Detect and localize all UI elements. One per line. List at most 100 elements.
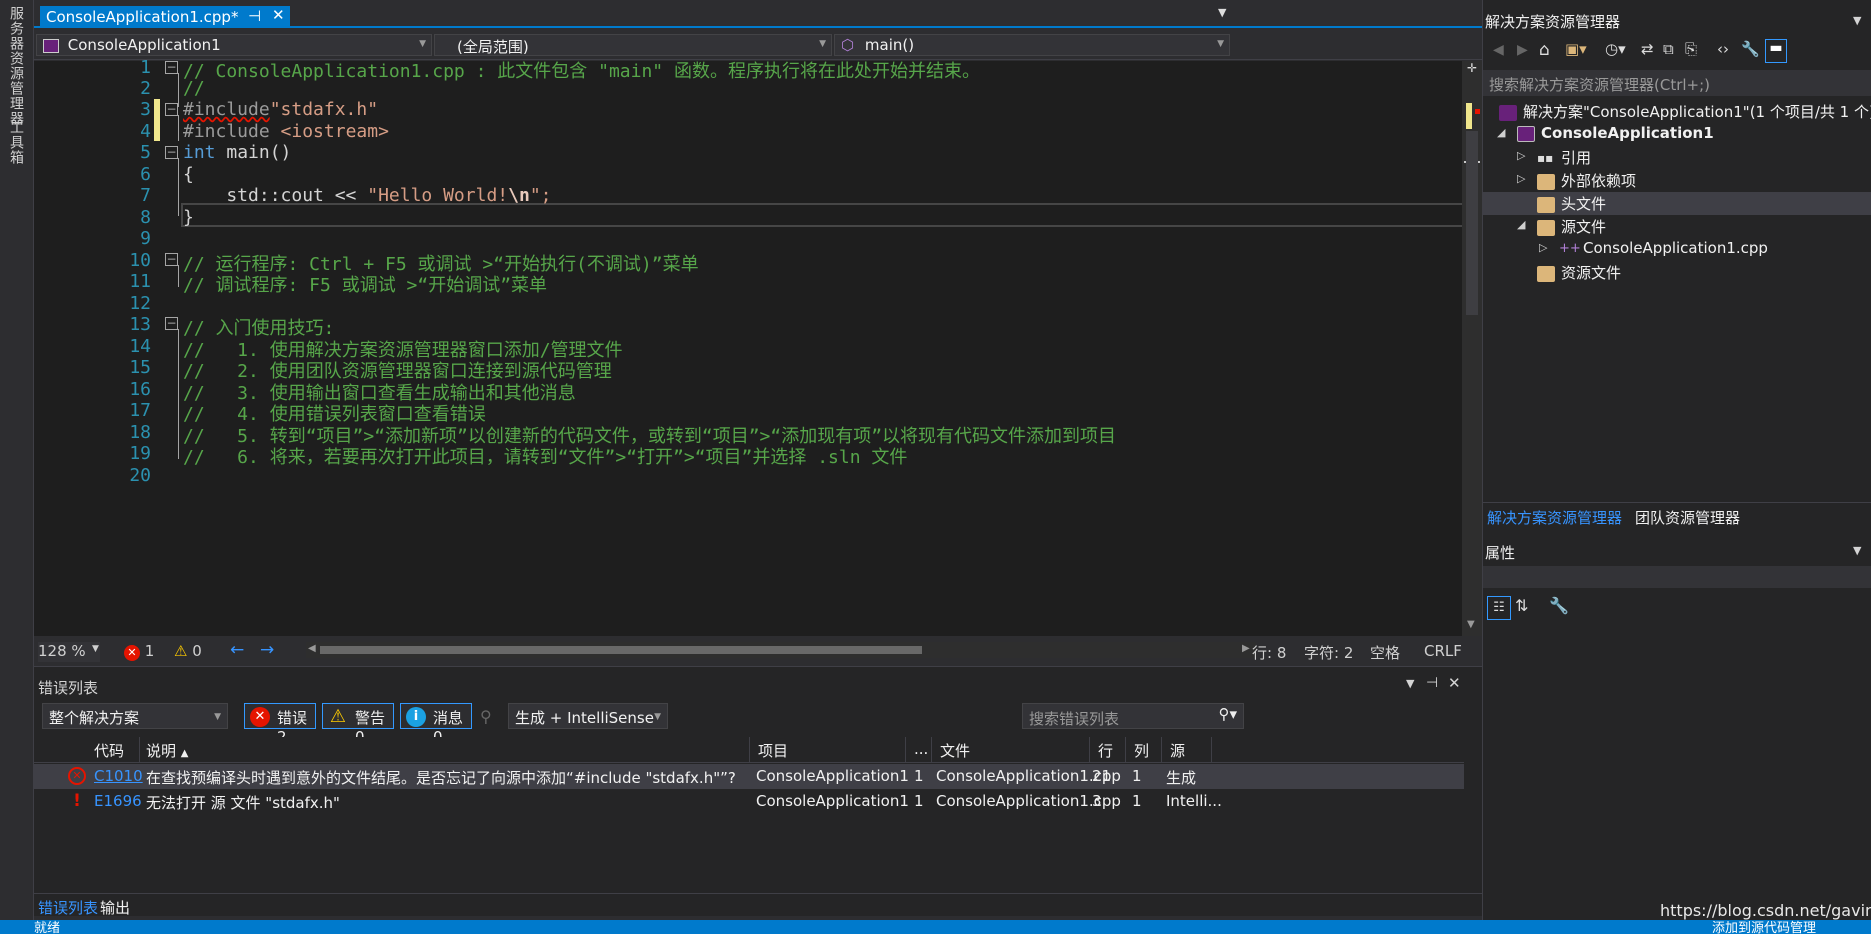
panel-menu-icon[interactable]: ▼ [1853, 544, 1861, 557]
line-number: 17 [129, 400, 151, 421]
editor-horizontal-scrollbar[interactable]: ◀ ▶ [306, 642, 1256, 658]
header-line[interactable]: 行 [1090, 737, 1126, 763]
header-code[interactable]: 代码 [86, 737, 140, 763]
pin-icon[interactable]: ⊣ [1426, 675, 1438, 691]
resource-files-node[interactable]: 资源文件 [1537, 262, 1621, 283]
header-files-node-label: 头文件 [1561, 195, 1607, 213]
properties-wrench-icon[interactable]: 🔧 [1741, 40, 1760, 58]
function-name: main() [215, 142, 292, 163]
panel-menu-icon[interactable]: ▼ [1853, 14, 1861, 27]
navigate-back-icon[interactable]: ← [230, 640, 244, 660]
header-suppression[interactable]: ... [906, 737, 932, 763]
scroll-right-arrow-icon[interactable]: ▶ [1242, 643, 1250, 654]
navigate-forward-icon[interactable]: → [260, 640, 274, 660]
editor-vertical-scrollbar[interactable]: ✛ ▼ [1462, 61, 1482, 636]
preview-selected-icon[interactable]: ▬ [1765, 39, 1787, 63]
scroll-error-marker [1475, 109, 1480, 114]
messages-filter-button[interactable]: i 消息 0 [400, 703, 472, 746]
scroll-down-arrow-icon[interactable]: ▼ [1467, 619, 1475, 630]
errors-filter-button[interactable]: ✕ 错误 2 [244, 703, 316, 746]
error-row[interactable]: ! E1696 无法打开 源 文件 "stdafx.h" ConsoleAppl… [34, 789, 1464, 814]
external-deps-node[interactable]: 外部依赖项 [1537, 170, 1636, 191]
search-icon[interactable]: ⚲▾ [1218, 705, 1237, 723]
build-filter-combo[interactable]: 生成 + IntelliSense ▼ [508, 703, 668, 729]
header-file[interactable]: 文件 [932, 737, 1090, 763]
pending-changes-icon[interactable]: ◷▾ [1605, 40, 1626, 58]
tab-error-list[interactable]: 错误列表 [38, 897, 98, 918]
solution-node[interactable]: 解决方案"ConsoleApplication1"(1 个项目/共 1 个) [1499, 101, 1871, 122]
back-icon[interactable]: ◀ [1493, 42, 1504, 58]
code-editor[interactable]: 1 2 3 4 5 6 7 8 9 10 11 12 13 14 15 16 1… [34, 57, 1482, 636]
project-combo[interactable]: ConsoleApplication1 ▼ [36, 34, 432, 56]
header-column[interactable]: 列 [1126, 737, 1162, 763]
collapsed-triangle-icon[interactable]: ▷ [1517, 172, 1525, 185]
error-row[interactable]: ✕ C1010 在查找预编译头时遇到意外的文件结尾。是否忘记了向源中添加“#in… [34, 764, 1464, 789]
h-scroll-thumb[interactable] [320, 646, 922, 654]
header-files-node[interactable]: 头文件 [1537, 193, 1606, 214]
categorized-icon[interactable]: ☷ [1487, 596, 1511, 620]
fold-collapse-icon[interactable]: − [165, 253, 178, 266]
line-number: 16 [129, 379, 151, 400]
whitespace-indicator: 空格 [1370, 644, 1401, 662]
intellisense-error-icon: ! [73, 791, 81, 811]
tab-list-dropdown-icon[interactable]: ▼ [1218, 6, 1226, 19]
properties-object-combo[interactable] [1483, 566, 1871, 588]
add-to-source-control[interactable]: 添加到源代码管理 [1712, 920, 1816, 934]
scroll-left-arrow-icon[interactable]: ◀ [308, 643, 316, 654]
view-code-icon[interactable]: ‹› [1717, 40, 1729, 58]
collapsed-triangle-icon[interactable]: ▷ [1539, 241, 1547, 254]
close-panel-icon[interactable]: ✕ [1448, 674, 1461, 692]
scroll-thumb[interactable] [1466, 131, 1478, 315]
collapse-all-icon[interactable]: ⧉ [1663, 40, 1674, 58]
sync-icon[interactable]: ⇄ [1641, 40, 1654, 58]
collapsed-triangle-icon[interactable]: ▷ [1517, 149, 1525, 162]
fold-collapse-icon[interactable]: − [165, 61, 178, 74]
pin-icon[interactable]: ⊣ [248, 7, 261, 25]
document-tab-title: ConsoleApplication1.cpp* [46, 8, 239, 26]
error-search-input[interactable]: 搜索错误列表 ⚲▾ [1022, 703, 1244, 729]
fold-collapse-icon[interactable]: − [165, 103, 178, 116]
tab-output[interactable]: 输出 [100, 897, 130, 918]
references-node[interactable]: ▪▪ 引用 [1537, 147, 1591, 168]
server-explorer-tab[interactable]: 服务器资源管理器 [6, 6, 26, 126]
forward-icon[interactable]: ▶ [1517, 42, 1528, 58]
tab-solution-explorer[interactable]: 解决方案资源管理器 [1487, 507, 1622, 528]
header-source[interactable]: 源 [1162, 737, 1212, 763]
include-directive: #include [183, 121, 281, 142]
toolbox-tab[interactable]: 工具箱 [6, 120, 26, 165]
scope-filter-combo[interactable]: 整个解决方案 ▼ [42, 703, 228, 729]
expanded-triangle-icon[interactable]: ◢ [1517, 218, 1525, 231]
build-filter-label: 生成 + IntelliSense [515, 709, 654, 727]
member-combo[interactable]: ⬡ main() ▼ [834, 34, 1230, 56]
header-project[interactable]: 项目 [750, 737, 906, 763]
line-number: 1 [140, 57, 151, 78]
solution-explorer-panel: 解决方案资源管理器 ▼ ◀ ▶ ⌂ ▣▾ ◷▾ ⇄ ⧉ ⎘ ‹› 🔧 ▬ 搜索解… [1482, 0, 1871, 536]
error-code-link[interactable]: E1696 [94, 792, 142, 810]
warning-count-indicator[interactable]: ⚠ 0 [174, 642, 202, 660]
alphabetical-icon[interactable]: ⇅ [1515, 596, 1528, 615]
header-description[interactable]: 说明 ▲ [138, 737, 750, 763]
cpp-file-node[interactable]: ++ ConsoleApplication1.cpp [1559, 239, 1768, 257]
home-icon[interactable]: ⌂ [1539, 40, 1550, 60]
fold-collapse-icon[interactable]: − [165, 146, 178, 159]
error-count-indicator[interactable]: ✕ 1 [124, 642, 154, 661]
fold-collapse-icon[interactable]: − [165, 317, 178, 330]
property-pages-wrench-icon[interactable]: 🔧 [1549, 596, 1569, 615]
close-tab-icon[interactable]: ✕ [272, 6, 285, 24]
tab-team-explorer[interactable]: 团队资源管理器 [1635, 507, 1740, 528]
zoom-combo[interactable]: 128 % ▼ [38, 642, 100, 662]
expanded-triangle-icon[interactable]: ◢ [1497, 126, 1505, 139]
show-all-files-icon[interactable]: ⎘ [1685, 40, 1697, 58]
scope-combo[interactable]: (全局范围) ▼ [434, 34, 832, 56]
code-line-2: // [183, 78, 205, 99]
source-files-node[interactable]: 源文件 [1537, 216, 1606, 237]
switch-views-icon[interactable]: ▣▾ [1565, 40, 1587, 58]
warnings-filter-button[interactable]: ⚠ 警告 0 [322, 703, 394, 746]
document-tab[interactable]: ConsoleApplication1.cpp* ⊣ ✕ [40, 6, 290, 28]
split-icon[interactable]: ✛ [1467, 61, 1477, 75]
panel-menu-icon[interactable]: ▼ [1406, 677, 1414, 690]
solution-search-input[interactable]: 搜索解决方案资源管理器(Ctrl+;) [1483, 70, 1871, 96]
project-node[interactable]: ConsoleApplication1 [1517, 124, 1714, 142]
error-code-link[interactable]: C1010 [94, 767, 143, 785]
filter-icon[interactable]: ⚲ [480, 707, 492, 726]
